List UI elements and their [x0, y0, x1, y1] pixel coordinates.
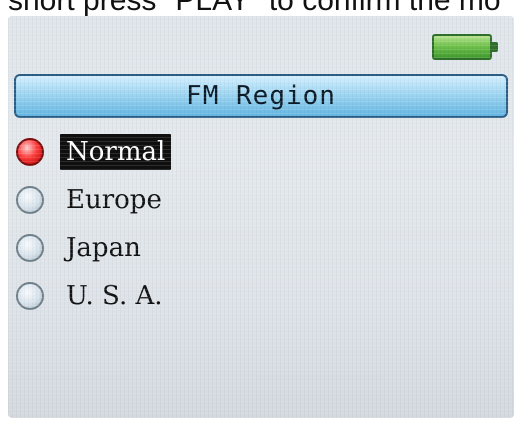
option-usa[interactable]: U. S. A.: [8, 272, 514, 320]
page-title: FM Region: [186, 81, 336, 111]
battery-icon: [432, 34, 498, 60]
option-label-usa: U. S. A.: [66, 281, 163, 311]
radio-unselected-icon[interactable]: [16, 234, 44, 262]
device-screen: FM Region Normal Europe Japan U. S. A.: [8, 16, 514, 418]
option-label-normal: Normal: [60, 134, 172, 170]
radio-selected-icon[interactable]: [16, 138, 44, 166]
title-bar: FM Region: [14, 74, 508, 118]
option-label-europe: Europe: [66, 185, 162, 215]
option-normal[interactable]: Normal: [8, 128, 514, 176]
radio-unselected-icon[interactable]: [16, 282, 44, 310]
option-europe[interactable]: Europe: [8, 176, 514, 224]
option-label-japan: Japan: [66, 233, 141, 263]
radio-unselected-icon[interactable]: [16, 186, 44, 214]
option-japan[interactable]: Japan: [8, 224, 514, 272]
battery-tip: [492, 42, 498, 52]
